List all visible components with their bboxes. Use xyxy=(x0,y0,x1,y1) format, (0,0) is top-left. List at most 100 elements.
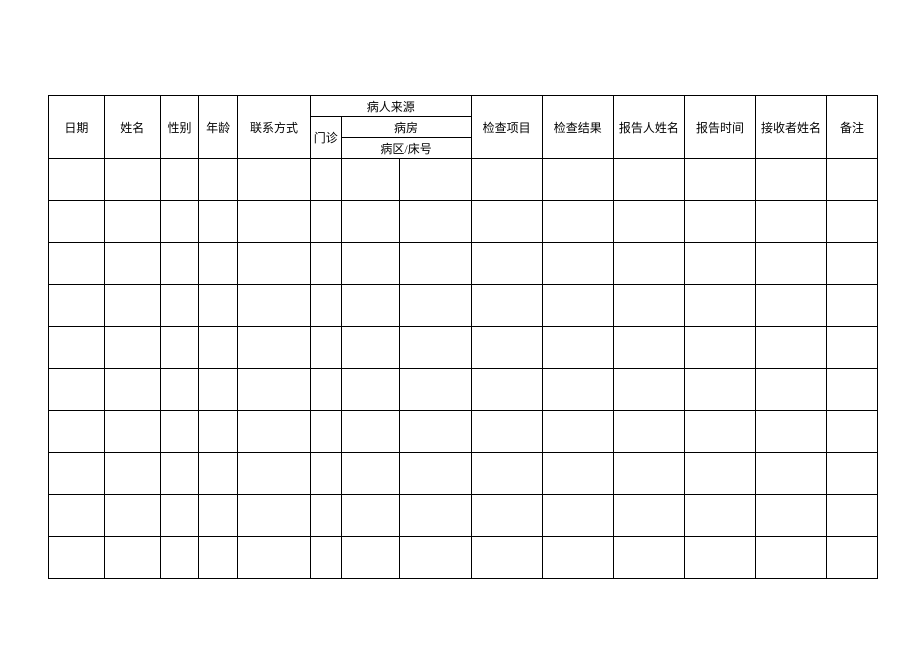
table-cell xyxy=(756,285,827,327)
table-cell xyxy=(684,495,755,537)
table-cell xyxy=(827,411,878,453)
table-cell xyxy=(400,201,471,243)
table-cell xyxy=(684,369,755,411)
table-cell xyxy=(160,243,199,285)
table-cell xyxy=(160,285,199,327)
table-cell xyxy=(104,159,160,201)
table-row xyxy=(49,411,878,453)
table-cell xyxy=(471,201,542,243)
table-cell xyxy=(400,159,471,201)
table-cell xyxy=(104,453,160,495)
table-cell xyxy=(542,285,613,327)
table-cell xyxy=(827,285,878,327)
table-cell xyxy=(104,327,160,369)
table-cell xyxy=(827,453,878,495)
table-cell xyxy=(613,495,684,537)
table-cell xyxy=(684,453,755,495)
table-cell xyxy=(542,327,613,369)
table-cell xyxy=(160,453,199,495)
table-cell xyxy=(756,243,827,285)
table-body: 日期 姓名 性别 年龄 联系方式 病人来源 检查项目 检查结果 报告人姓名 报告… xyxy=(49,96,878,159)
table-cell xyxy=(684,201,755,243)
table-cell xyxy=(471,159,542,201)
table-cell xyxy=(311,159,341,201)
table-cell xyxy=(684,537,755,579)
table-cell xyxy=(199,285,238,327)
table-cell xyxy=(756,411,827,453)
table-cell xyxy=(341,411,400,453)
header-age: 年龄 xyxy=(199,96,238,159)
table-cell xyxy=(237,369,310,411)
table-cell xyxy=(237,159,310,201)
table-cell xyxy=(104,411,160,453)
table-cell xyxy=(49,201,105,243)
table-cell xyxy=(49,327,105,369)
table-cell xyxy=(49,453,105,495)
table-row xyxy=(49,159,878,201)
table-cell xyxy=(542,495,613,537)
table-cell xyxy=(160,159,199,201)
header-source-ward: 病房 xyxy=(341,117,471,138)
table-cell xyxy=(160,411,199,453)
table-cell xyxy=(199,495,238,537)
table-row xyxy=(49,369,878,411)
table-cell xyxy=(104,201,160,243)
table-cell xyxy=(827,243,878,285)
table-cell xyxy=(199,159,238,201)
table-cell xyxy=(341,453,400,495)
table-cell xyxy=(49,243,105,285)
table-row xyxy=(49,327,878,369)
table-cell xyxy=(311,495,341,537)
table-cell xyxy=(542,411,613,453)
table-row xyxy=(49,201,878,243)
header-receiver-name: 接收者姓名 xyxy=(756,96,827,159)
table-cell xyxy=(160,327,199,369)
table-cell xyxy=(49,369,105,411)
table-cell xyxy=(471,285,542,327)
table-cell xyxy=(237,537,310,579)
table-cell xyxy=(827,327,878,369)
table-cell xyxy=(613,327,684,369)
header-reporter-name: 报告人姓名 xyxy=(613,96,684,159)
table-cell xyxy=(341,285,400,327)
table-cell xyxy=(756,495,827,537)
header-report-time: 报告时间 xyxy=(684,96,755,159)
table-cell xyxy=(341,159,400,201)
table-cell xyxy=(613,453,684,495)
table-cell xyxy=(237,411,310,453)
table-cell xyxy=(49,537,105,579)
table-cell xyxy=(160,369,199,411)
table-cell xyxy=(471,369,542,411)
log-table: 日期 姓名 性别 年龄 联系方式 病人来源 检查项目 检查结果 报告人姓名 报告… xyxy=(48,95,878,579)
table-cell xyxy=(542,243,613,285)
data-rows xyxy=(49,159,878,579)
table-cell xyxy=(827,159,878,201)
table-cell xyxy=(613,243,684,285)
header-exam-result: 检查结果 xyxy=(542,96,613,159)
table-cell xyxy=(400,411,471,453)
table-cell xyxy=(104,285,160,327)
table-cell xyxy=(311,243,341,285)
table-cell xyxy=(199,327,238,369)
table-cell xyxy=(199,369,238,411)
table-cell xyxy=(684,159,755,201)
table-cell xyxy=(160,495,199,537)
table-cell xyxy=(613,369,684,411)
header-source-group: 病人来源 xyxy=(311,96,472,117)
table-cell xyxy=(104,495,160,537)
header-source-bed: 病区/床号 xyxy=(341,138,471,159)
header-row-1: 日期 姓名 性别 年龄 联系方式 病人来源 检查项目 检查结果 报告人姓名 报告… xyxy=(49,96,878,117)
table-cell xyxy=(400,243,471,285)
table-row xyxy=(49,285,878,327)
table-cell xyxy=(311,201,341,243)
table-cell xyxy=(104,537,160,579)
table-cell xyxy=(613,537,684,579)
table-cell xyxy=(49,159,105,201)
table-cell xyxy=(400,453,471,495)
table-cell xyxy=(237,201,310,243)
table-cell xyxy=(684,285,755,327)
table-row xyxy=(49,537,878,579)
table-cell xyxy=(199,201,238,243)
table-row xyxy=(49,453,878,495)
table-cell xyxy=(237,495,310,537)
